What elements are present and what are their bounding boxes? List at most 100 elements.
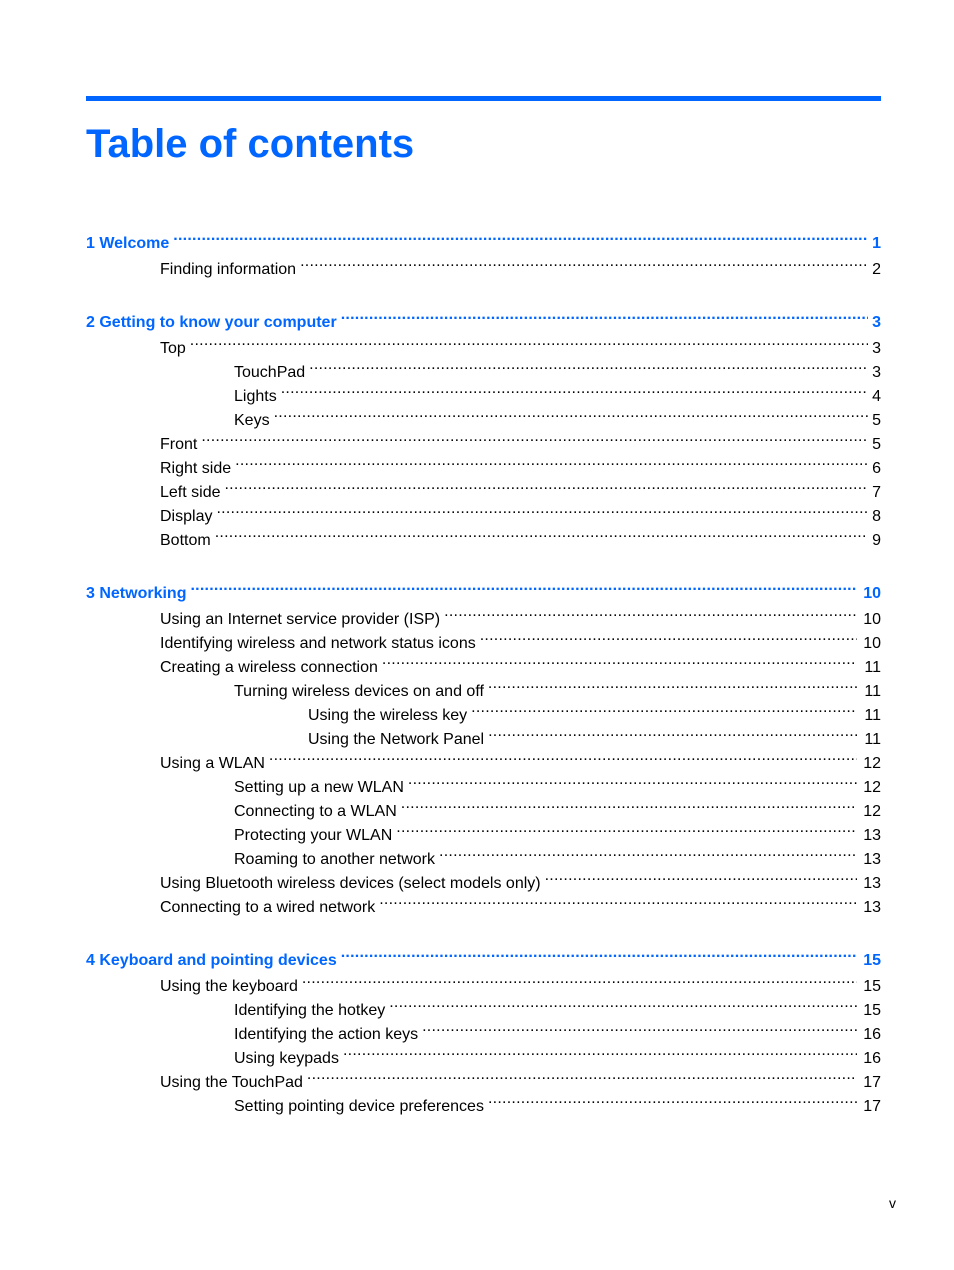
toc-entry-page: 11 [864,731,881,748]
header-rule [86,96,881,101]
toc-entry-link[interactable]: Using a WLAN 12 [86,744,881,772]
dot-leader [302,967,857,991]
toc-entry-page: 13 [863,899,881,916]
dot-leader [389,991,857,1015]
toc-entry-label: Connecting to a wired network [160,899,376,916]
toc-entry-label: Protecting your WLAN [234,827,393,844]
toc-entry-label: Display [160,508,213,525]
toc-entry-link[interactable]: Front 5 [86,425,881,453]
toc-entry-page: 10 [863,635,881,652]
dot-leader [269,744,857,768]
dot-leader [235,449,868,473]
toc-entry-page: 11 [864,659,881,676]
toc-entry-label: Identifying the hotkey [234,1002,386,1019]
toc-entry-label: Roaming to another network [234,851,435,868]
toc-entry-page: 2 [872,261,881,278]
dot-leader [422,1015,857,1039]
toc-entry-link[interactable]: Using the Network Panel11 [86,720,881,748]
toc-entry-page: 17 [863,1098,881,1115]
toc-entry-link[interactable]: Using an Internet service provider (ISP)… [86,600,881,628]
toc-entry-page: 4 [872,388,881,405]
toc-entry-link[interactable]: Connecting to a WLAN 12 [86,792,881,820]
dot-leader [341,941,857,965]
dot-leader [341,303,868,327]
toc-entry-page: 11 [864,707,881,724]
toc-entry-page: 13 [863,875,881,892]
dot-leader [343,1039,857,1063]
dot-leader [408,768,857,792]
toc-entry-label: 1 Welcome [86,235,170,252]
toc-entry-link[interactable]: Using Bluetooth wireless devices (select… [86,864,881,892]
toc-entry-page: 7 [872,484,881,501]
dot-leader [173,224,868,248]
toc-entry-label: Using the TouchPad [160,1074,303,1091]
dot-leader [396,816,857,840]
toc-entry-page: 3 [872,314,881,331]
toc-entry-label: Connecting to a WLAN [234,803,397,820]
toc-entry-label: Setting pointing device preferences [234,1098,484,1115]
toc-entry-link[interactable]: Roaming to another network 13 [86,840,881,868]
toc-entry-label: Using a WLAN [160,755,265,772]
toc-entry-label: Creating a wireless connection [160,659,378,676]
toc-entry-page: 3 [872,364,881,381]
toc-chapter-link[interactable]: 3 Networking 10 [86,574,881,602]
toc-chapter-link[interactable]: 4 Keyboard and pointing devices15 [86,941,881,969]
toc-entry-page: 3 [872,340,881,357]
dot-leader [190,329,868,353]
toc-entry-link[interactable]: Protecting your WLAN 13 [86,816,881,844]
page-number: v [889,1195,896,1211]
toc-entry-label: Using the keyboard [160,978,298,995]
toc-entry-label: Using the wireless key [308,707,468,724]
dot-leader [488,672,857,696]
toc-entry-page: 10 [863,611,881,628]
toc-entry-page: 13 [863,827,881,844]
toc-entry-page: 8 [872,508,881,525]
toc-entry-link[interactable]: Lights4 [86,377,881,405]
toc-entry-page: 1 [872,235,881,252]
dot-leader [307,1063,857,1087]
toc-chapter-link[interactable]: 1 Welcome 1 [86,224,881,252]
toc-entry-page: 17 [863,1074,881,1091]
dot-leader [488,720,857,744]
toc-entry-label: Setting up a new WLAN [234,779,404,796]
toc-entry-label: Using an Internet service provider (ISP) [160,611,441,628]
toc-entry-page: 16 [863,1050,881,1067]
toc-entry-link[interactable]: Right side6 [86,449,881,477]
toc-entry-link[interactable]: Using the wireless key 11 [86,696,881,724]
toc-entry-page: 5 [872,412,881,429]
toc-list: 1 Welcome 1 Finding information 2 2 Getting … [86,224,881,1115]
toc-entry-page: 12 [863,755,881,772]
dot-leader [309,353,868,377]
toc-entry-link[interactable]: Using keypads16 [86,1039,881,1067]
dot-leader [401,792,857,816]
toc-entry-label: Finding information [160,261,297,278]
toc-entry-link[interactable]: Finding information 2 [86,250,881,278]
dot-leader [471,696,857,720]
toc-entry-page: 12 [863,803,881,820]
toc-entry-page: 15 [863,978,881,995]
dot-leader [439,840,857,864]
toc-entry-link[interactable]: Identifying the action keys16 [86,1015,881,1043]
toc-entry-page: 16 [863,1026,881,1043]
dot-leader [488,1087,857,1111]
dot-leader [382,648,857,672]
toc-entry-link[interactable]: Keys5 [86,401,881,429]
dot-leader [190,574,857,598]
dot-leader [444,600,857,624]
dot-leader [300,250,868,274]
page-title: Table of contents [86,122,415,166]
dot-leader [480,624,857,648]
dot-leader [201,425,868,449]
dot-leader [545,864,857,888]
toc-entry-link[interactable]: Top 3 [86,329,881,357]
toc-entry-label: Bottom [160,532,211,549]
toc-entry-link[interactable]: TouchPad3 [86,353,881,381]
toc-chapter-link[interactable]: 2 Getting to know your computer3 [86,303,881,331]
dot-leader [224,473,868,497]
toc-entry-page: 9 [872,532,881,549]
toc-entry-page: 11 [864,683,881,700]
toc-entry-page: 12 [863,779,881,796]
toc-entry-link[interactable]: Using the TouchPad 17 [86,1063,881,1091]
toc-entry-label: Turning wireless devices on and off [234,683,484,700]
toc-entry-label: Left side [160,484,221,501]
